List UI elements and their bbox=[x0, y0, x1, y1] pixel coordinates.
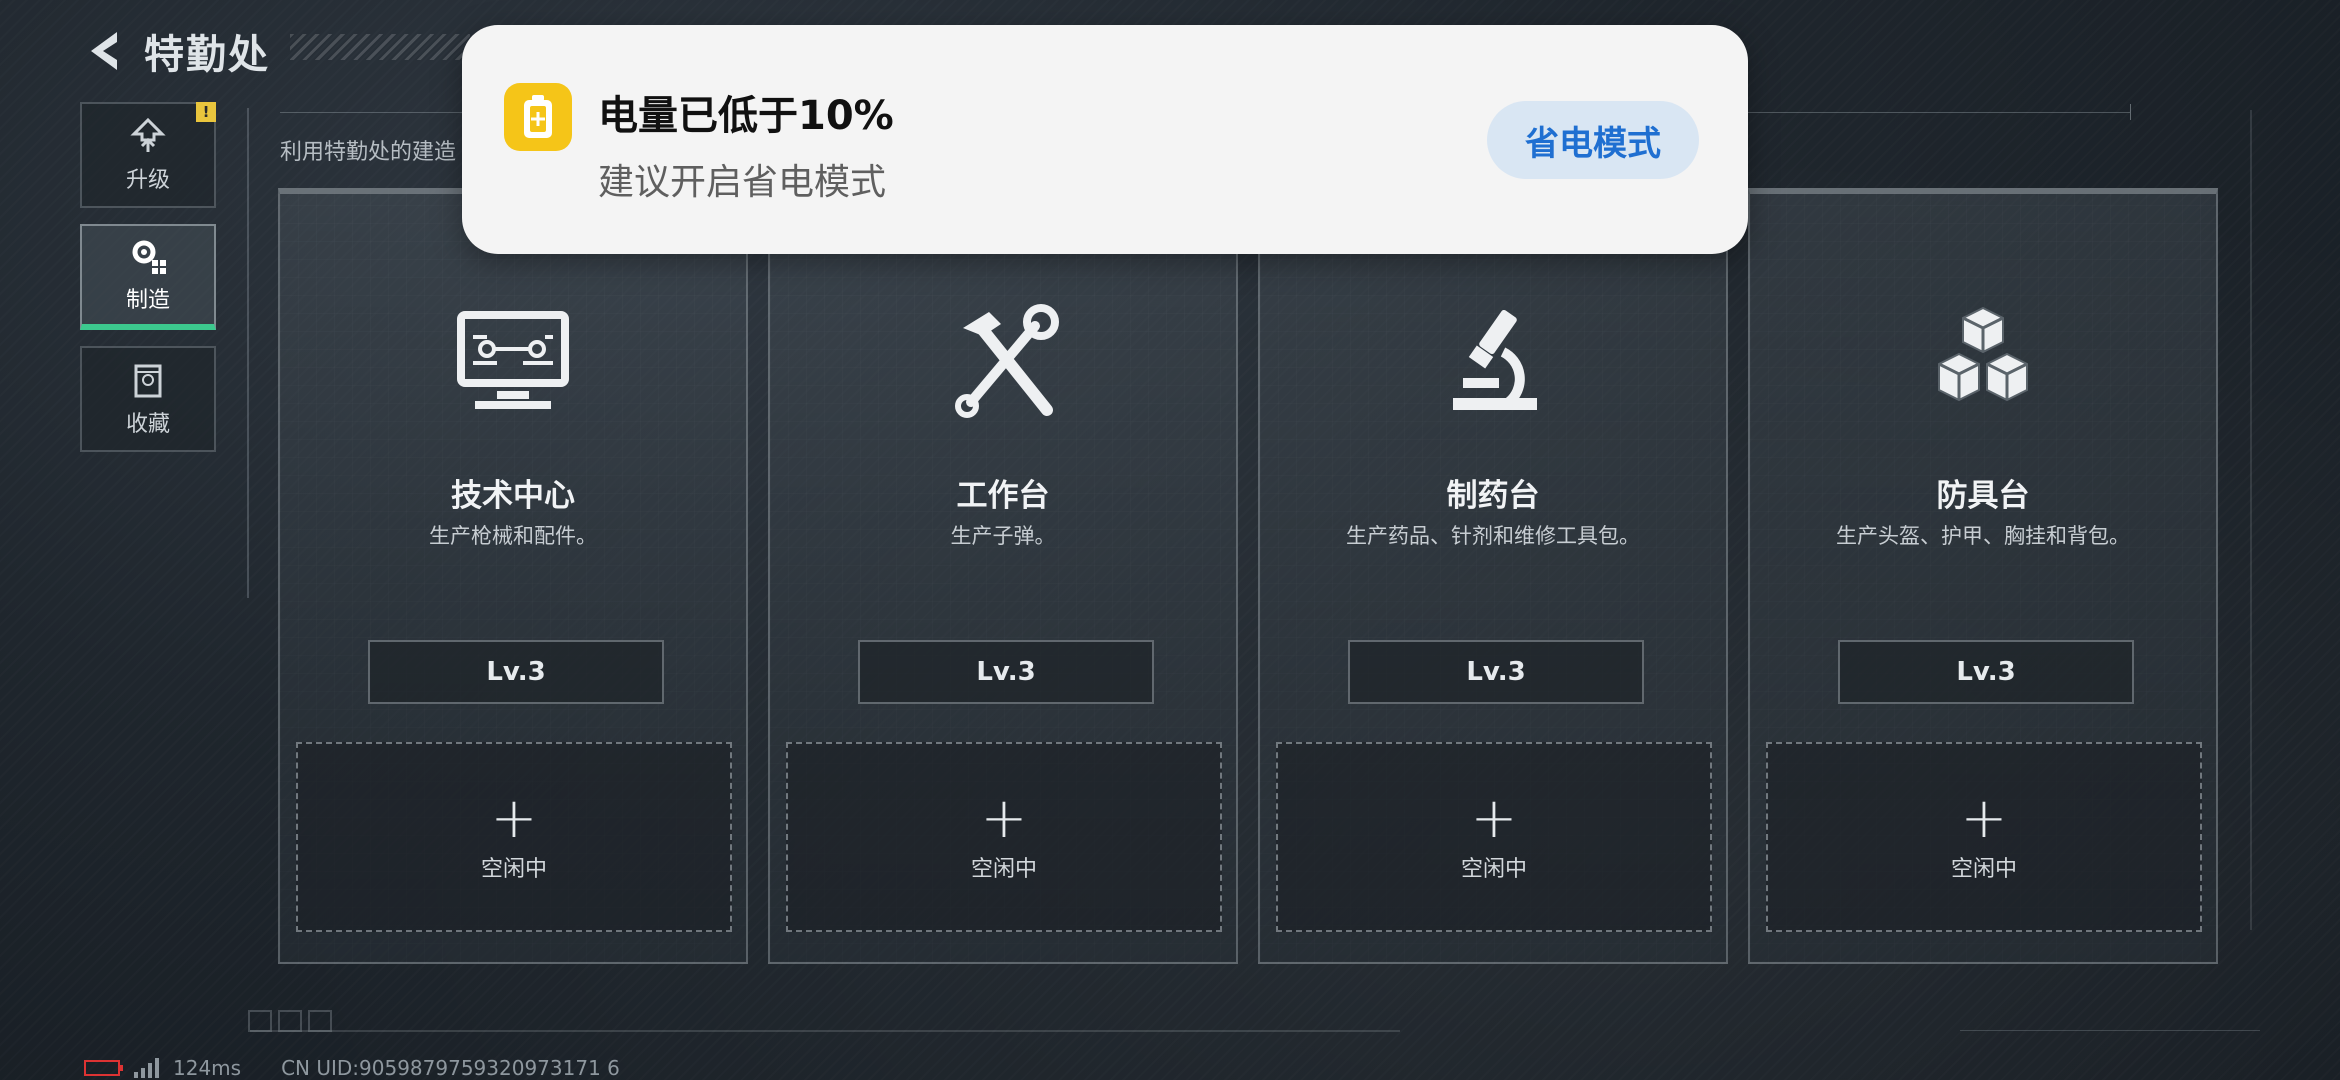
level-badge: Lv.3 bbox=[1348, 640, 1644, 704]
notification-title: 电量已低于10% bbox=[598, 93, 894, 139]
divider-tick bbox=[2130, 104, 2131, 120]
slot-status: 空闲中 bbox=[480, 857, 547, 882]
production-slot[interactable]: + 空闲中 bbox=[1766, 742, 2202, 932]
back-arrow-icon bbox=[91, 32, 117, 70]
notification-subtitle: 建议开启省电模式 bbox=[598, 162, 887, 203]
facility-cards: 技术中心 生产枪械和配件。 Lv.3 + 空闲中 工作台 生产子弹。 Lv.3 … bbox=[278, 188, 2218, 964]
battery-notification[interactable]: 电量已低于10% 建议开启省电模式 省电模式 bbox=[462, 25, 1748, 254]
sidebar-item-craft[interactable]: 制造 bbox=[80, 224, 216, 330]
level-badge: Lv.3 bbox=[368, 640, 664, 704]
decorative-rail bbox=[2250, 110, 2252, 930]
card-description: 生产子弹。 bbox=[950, 524, 1056, 548]
card-title: 制药台 bbox=[1446, 478, 1540, 514]
facility-card-tech-center[interactable]: 技术中心 生产枪械和配件。 Lv.3 + 空闲中 bbox=[278, 188, 748, 964]
microscope-icon bbox=[1433, 302, 1553, 422]
title-decoration bbox=[290, 34, 470, 60]
page-title: 特勤处 bbox=[144, 32, 270, 78]
signal-icon bbox=[134, 1058, 159, 1078]
sidebar: ! 升级 制造 收藏 bbox=[80, 102, 220, 468]
latency-text: 124ms bbox=[173, 1056, 242, 1080]
decorative-line bbox=[250, 1030, 1400, 1032]
sidebar-item-label: 制造 bbox=[125, 288, 170, 313]
level-badge: Lv.3 bbox=[1838, 640, 2134, 704]
facility-card-pharmacy[interactable]: 制药台 生产药品、针剂和维修工具包。 Lv.3 + 空闲中 bbox=[1258, 188, 1728, 964]
sidebar-item-upgrade[interactable]: ! 升级 bbox=[80, 102, 216, 208]
production-slot[interactable]: + 空闲中 bbox=[786, 742, 1222, 932]
plus-icon: + bbox=[1960, 786, 2008, 851]
low-battery-icon bbox=[84, 1060, 123, 1076]
decorative-squares bbox=[248, 1010, 332, 1032]
gear-icon bbox=[128, 236, 168, 276]
power-saving-button[interactable]: 省电模式 bbox=[1487, 101, 1699, 179]
sidebar-item-label: 收藏 bbox=[125, 412, 170, 437]
warning-badge: ! bbox=[196, 102, 216, 122]
upgrade-icon bbox=[128, 116, 168, 156]
facility-card-workbench[interactable]: 工作台 生产子弹。 Lv.3 + 空闲中 bbox=[768, 188, 1238, 964]
cubes-icon bbox=[1923, 302, 2043, 422]
monitor-circuit-icon bbox=[453, 302, 573, 422]
decorative-line-right bbox=[1960, 1030, 2260, 1031]
card-title: 技术中心 bbox=[451, 478, 575, 514]
facility-card-armor[interactable]: 防具台 生产头盔、护甲、胸挂和背包。 Lv.3 + 空闲中 bbox=[1748, 188, 2218, 964]
slot-status: 空闲中 bbox=[970, 857, 1037, 882]
sidebar-item-collection[interactable]: 收藏 bbox=[80, 346, 216, 452]
level-badge: Lv.3 bbox=[858, 640, 1154, 704]
slot-status: 空闲中 bbox=[1950, 857, 2017, 882]
uid-text: CN UID:9059879759320973171 6 bbox=[281, 1056, 620, 1080]
header: 特勤处 bbox=[80, 22, 270, 80]
status-footer: 124ms CN UID:9059879759320973171 6 bbox=[84, 1056, 620, 1080]
plus-icon: + bbox=[980, 786, 1028, 851]
battery-saver-icon bbox=[504, 83, 572, 151]
production-slot[interactable]: + 空闲中 bbox=[1276, 742, 1712, 932]
back-button[interactable] bbox=[80, 25, 126, 77]
slot-status: 空闲中 bbox=[1460, 857, 1527, 882]
card-title: 防具台 bbox=[1936, 478, 2030, 514]
page-description: 利用特勤处的建造 bbox=[280, 140, 457, 165]
sidebar-item-label: 升级 bbox=[125, 168, 170, 193]
plus-icon: + bbox=[490, 786, 538, 851]
card-title: 工作台 bbox=[956, 478, 1050, 514]
sidebar-divider bbox=[247, 108, 249, 598]
card-description: 生产头盔、护甲、胸挂和背包。 bbox=[1836, 524, 2130, 548]
production-slot[interactable]: + 空闲中 bbox=[296, 742, 732, 932]
collection-box-icon bbox=[128, 360, 168, 400]
hammer-wrench-icon bbox=[943, 302, 1063, 422]
plus-icon: + bbox=[1470, 786, 1518, 851]
card-description: 生产枪械和配件。 bbox=[429, 524, 597, 548]
card-description: 生产药品、针剂和维修工具包。 bbox=[1346, 524, 1640, 548]
